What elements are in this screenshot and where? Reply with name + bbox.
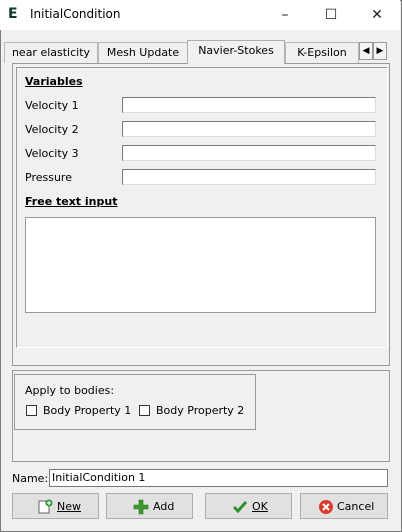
tab-label: K-Epsilon: [297, 46, 347, 59]
free-text-heading: Free text input: [25, 195, 118, 208]
velocity-3-label: Velocity 3: [25, 147, 79, 160]
velocity-1-label: Velocity 1: [25, 99, 79, 112]
add-button-label: Add: [153, 500, 175, 513]
tab-linear-elasticity[interactable]: near elasticity: [4, 42, 98, 63]
new-button[interactable]: New: [12, 493, 99, 519]
new-button-label: New: [57, 500, 81, 513]
velocity-2-label: Velocity 2: [25, 123, 79, 136]
tab-scroll-right-icon[interactable]: ▶: [373, 42, 387, 60]
tab-strip: near elasticity Mesh Update Navier-Stoke…: [0, 40, 392, 64]
body-property-2-checkbox[interactable]: [139, 405, 150, 416]
free-text-area[interactable]: [25, 217, 376, 313]
minimize-button[interactable]: –: [262, 0, 308, 30]
plus-icon: [133, 499, 149, 515]
maximize-button[interactable]: ☐: [308, 0, 354, 30]
tab-label: Navier-Stokes: [198, 44, 274, 57]
ok-button[interactable]: OK: [205, 493, 292, 519]
velocity-3-input[interactable]: [122, 145, 376, 161]
cancel-button[interactable]: Cancel: [300, 493, 388, 519]
close-button[interactable]: ✕: [354, 0, 400, 30]
tab-mesh-update[interactable]: Mesh Update: [98, 42, 188, 63]
name-input[interactable]: InitialCondition 1: [49, 469, 388, 487]
name-label: Name:: [12, 472, 49, 485]
ok-button-label: OK: [252, 500, 268, 513]
new-document-icon: [38, 499, 53, 514]
body-property-1-checkbox[interactable]: [26, 405, 37, 416]
cancel-button-label: Cancel: [337, 500, 375, 513]
checkmark-icon: [232, 501, 248, 514]
pressure-label: Pressure: [25, 171, 72, 184]
tab-label: near elasticity: [11, 46, 91, 59]
cancel-icon: [319, 500, 333, 514]
window-title: InitialCondition: [30, 7, 121, 21]
pressure-input[interactable]: [122, 169, 376, 185]
apply-to-bodies-group: [14, 374, 256, 430]
apply-to-bodies-label: Apply to bodies:: [25, 384, 115, 397]
tab-label: Mesh Update: [106, 46, 180, 59]
title-bar: E InitialCondition – ☐ ✕: [0, 0, 400, 30]
add-button[interactable]: Add: [106, 493, 193, 519]
body-property-2-label: Body Property 2: [156, 404, 245, 417]
body-property-1-label: Body Property 1: [43, 404, 132, 417]
app-icon: E: [8, 6, 18, 22]
variables-heading: Variables: [25, 75, 83, 88]
tab-scroll-left-icon[interactable]: ◀: [359, 42, 373, 60]
velocity-2-input[interactable]: [122, 121, 376, 137]
tab-navier-stokes[interactable]: Navier-Stokes: [187, 40, 285, 64]
tab-k-epsilon[interactable]: K-Epsilon: [285, 42, 359, 63]
velocity-1-input[interactable]: [122, 97, 376, 113]
